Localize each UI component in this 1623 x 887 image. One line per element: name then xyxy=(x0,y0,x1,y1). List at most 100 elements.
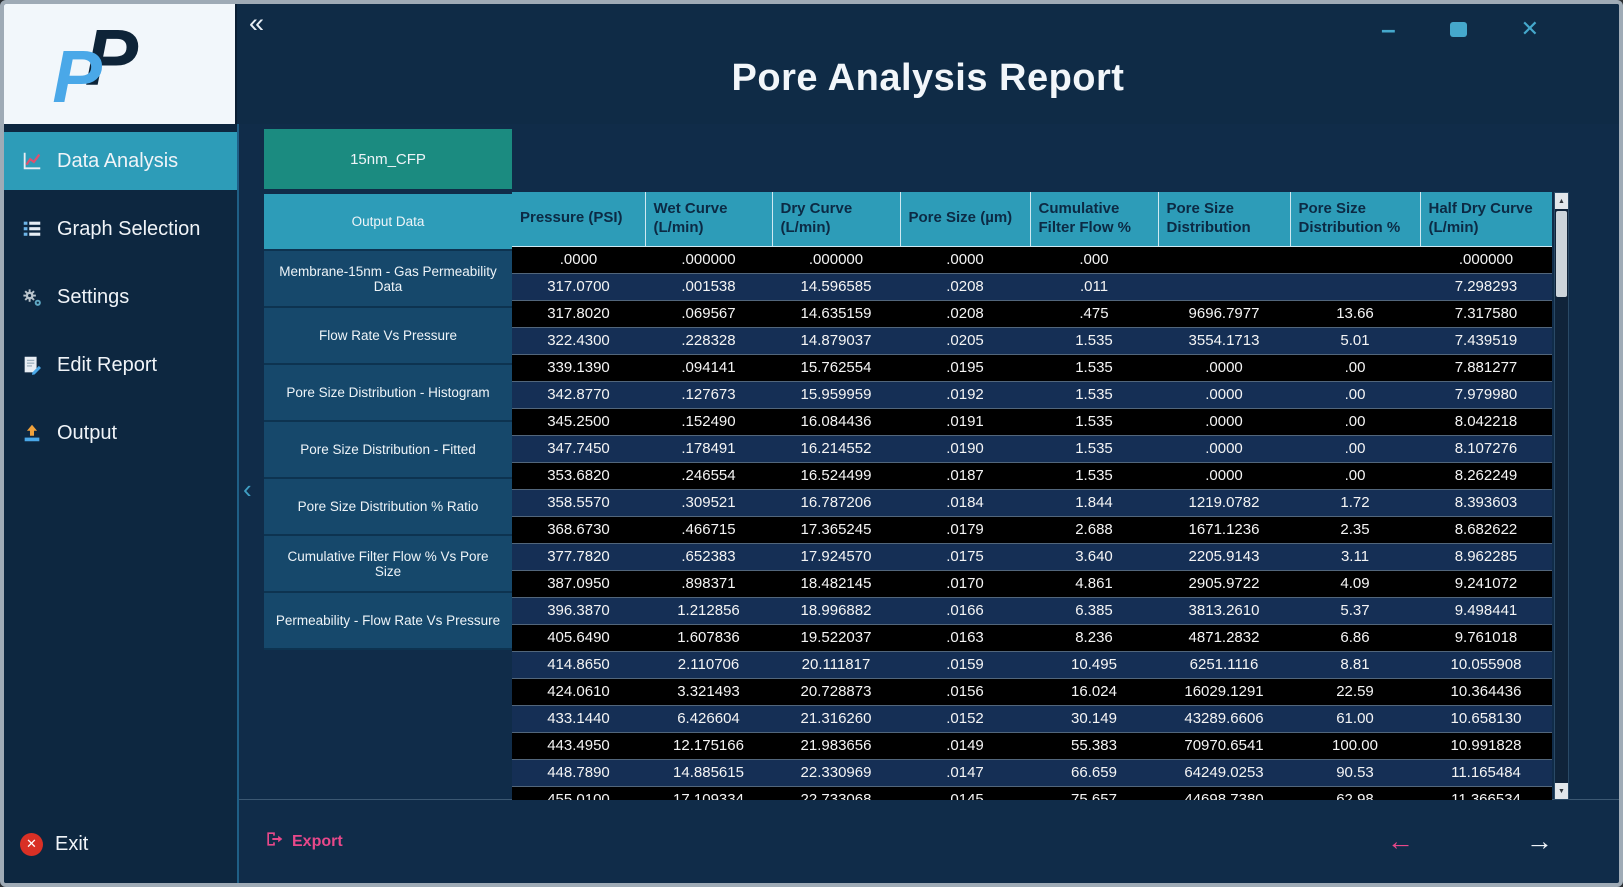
dataset-tab-15nm-cfp[interactable]: 15nm_CFP xyxy=(264,129,512,189)
table-row[interactable]: 433.14406.42660421.316260.015230.1494328… xyxy=(512,705,1552,732)
table-cell: 11.366534 xyxy=(1420,786,1552,800)
table-row[interactable]: 368.6730.46671517.365245.01792.6881671.1… xyxy=(512,516,1552,543)
table-area: Pressure (PSI)Wet Curve (L/min)Dry Curve… xyxy=(512,192,1573,799)
maximize-button[interactable] xyxy=(1450,22,1467,37)
export-button[interactable]: Export xyxy=(264,829,343,854)
table-row[interactable]: 405.64901.60783619.522037.01638.2364871.… xyxy=(512,624,1552,651)
table-row[interactable]: 342.8770.12767315.959959.01921.535.0000.… xyxy=(512,381,1552,408)
table-cell: 66.659 xyxy=(1030,759,1158,786)
column-header[interactable]: Pore Size (µm) xyxy=(900,192,1030,246)
table-cell: 4871.2832 xyxy=(1158,624,1290,651)
forward-arrow-button[interactable]: → xyxy=(1526,828,1553,855)
sidebar-item-graph-selection[interactable]: Graph Selection xyxy=(4,200,237,258)
sidebar-item-data-analysis[interactable]: Data Analysis xyxy=(4,132,237,190)
subpanel-item-membrane-15nm-gas-permeability-data[interactable]: Membrane-15nm - Gas Permeability Data xyxy=(264,251,512,308)
sidebar-item-settings[interactable]: Settings xyxy=(4,268,237,326)
table-row[interactable]: 387.0950.89837118.482145.01704.8612905.9… xyxy=(512,570,1552,597)
table-row[interactable]: 353.6820.24655416.524499.01871.535.0000.… xyxy=(512,462,1552,489)
table-cell: .00 xyxy=(1290,354,1420,381)
table-cell: 1.844 xyxy=(1030,489,1158,516)
table-row[interactable]: 414.86502.11070620.111817.015910.4956251… xyxy=(512,651,1552,678)
sidebar-item-edit-report[interactable]: Edit Report xyxy=(4,336,237,394)
collapse-sidebar-icon[interactable]: « xyxy=(249,10,264,37)
table-cell: .0163 xyxy=(900,624,1030,651)
column-header[interactable]: Cumulative Filter Flow % xyxy=(1030,192,1158,246)
sidebar-item-label: Graph Selection xyxy=(57,218,200,241)
footer: Export ← → xyxy=(239,799,1619,883)
table-cell: 8.262249 xyxy=(1420,462,1552,489)
table-row[interactable]: 455.010017.10933422.733068.014575.657446… xyxy=(512,786,1552,800)
table-row[interactable]: 347.7450.17849116.214552.01901.535.0000.… xyxy=(512,435,1552,462)
table-row[interactable]: .0000.000000.000000.0000.000.000000 xyxy=(512,246,1552,273)
table-cell: 1219.0782 xyxy=(1158,489,1290,516)
table-cell: .000 xyxy=(1030,246,1158,273)
sidebar-items: Data Analysis Graph Selection Settings Edit… xyxy=(4,132,237,472)
table-cell: 317.8020 xyxy=(512,300,645,327)
table-cell: 6251.1116 xyxy=(1158,651,1290,678)
table-cell: 10.364436 xyxy=(1420,678,1552,705)
table-cell: 1.535 xyxy=(1030,462,1158,489)
table-cell: 5.01 xyxy=(1290,327,1420,354)
table-row[interactable]: 377.7820.65238317.924570.01753.6402205.9… xyxy=(512,543,1552,570)
table-cell: 1.535 xyxy=(1030,381,1158,408)
table-cell: .309521 xyxy=(645,489,772,516)
table-cell: 43289.6606 xyxy=(1158,705,1290,732)
app-body: Data Analysis Graph Selection Settings Edit… xyxy=(4,124,1619,883)
vertical-scrollbar[interactable]: ▲ ▼ xyxy=(1554,192,1569,800)
logo-icon: P P xyxy=(20,16,220,112)
exit-button[interactable]: ✕ Exit xyxy=(4,819,237,869)
column-header[interactable]: Pressure (PSI) xyxy=(512,192,645,246)
titlebar-main: « Pore Analysis Report – ✕ xyxy=(237,4,1619,124)
column-header[interactable]: Dry Curve (L/min) xyxy=(772,192,900,246)
column-header[interactable]: Pore Size Distribution xyxy=(1158,192,1290,246)
gears-icon xyxy=(20,286,44,309)
subpanel-item-output-data[interactable]: Output Data xyxy=(264,194,512,251)
close-button[interactable]: ✕ xyxy=(1521,18,1539,40)
subpanel-item-cumulative-filter-flow-vs-pore-size[interactable]: Cumulative Filter Flow % Vs Pore Size xyxy=(264,536,512,593)
subpanel-item-pore-size-distribution-fitted[interactable]: Pore Size Distribution - Fitted xyxy=(264,422,512,479)
column-header[interactable]: Wet Curve (L/min) xyxy=(645,192,772,246)
table-row[interactable]: 396.38701.21285618.996882.01666.3853813.… xyxy=(512,597,1552,624)
subpanel-item-pore-size-distribution-histogram[interactable]: Pore Size Distribution - Histogram xyxy=(264,365,512,422)
subpanel-item-permeability-flow-rate-vs-pressure[interactable]: Permeability - Flow Rate Vs Pressure xyxy=(264,593,512,650)
table-cell: 7.439519 xyxy=(1420,327,1552,354)
subpanel-item-flow-rate-vs-pressure[interactable]: Flow Rate Vs Pressure xyxy=(264,308,512,365)
table-cell: .0152 xyxy=(900,705,1030,732)
table-row[interactable]: 317.0700.00153814.596585.0208.0117.29829… xyxy=(512,273,1552,300)
table-cell: 19.522037 xyxy=(772,624,900,651)
table-cell: .0208 xyxy=(900,300,1030,327)
table-cell: 387.0950 xyxy=(512,570,645,597)
table-cell: .0000 xyxy=(1158,408,1290,435)
table-row[interactable]: 448.789014.88561522.330969.014766.659642… xyxy=(512,759,1552,786)
table-row[interactable]: 317.8020.06956714.635159.0208.4759696.79… xyxy=(512,300,1552,327)
table-cell: .0145 xyxy=(900,786,1030,800)
table-cell: 6.385 xyxy=(1030,597,1158,624)
table-row[interactable]: 443.495012.17516621.983656.014955.383709… xyxy=(512,732,1552,759)
back-arrow-button[interactable]: ← xyxy=(1387,828,1414,855)
table-row[interactable]: 322.4300.22832814.879037.02051.5353554.1… xyxy=(512,327,1552,354)
table-cell: 20.111817 xyxy=(772,651,900,678)
export-icon xyxy=(264,829,284,854)
table-row[interactable]: 339.1390.09414115.762554.01951.535.0000.… xyxy=(512,354,1552,381)
table-cell: 8.042218 xyxy=(1420,408,1552,435)
scroll-down-button[interactable]: ▼ xyxy=(1555,783,1568,799)
scroll-up-button[interactable]: ▲ xyxy=(1555,193,1568,209)
table-row[interactable]: 424.06103.32149320.728873.015616.0241602… xyxy=(512,678,1552,705)
table-row[interactable]: 358.5570.30952116.787206.01841.8441219.0… xyxy=(512,489,1552,516)
table-cell: 1.607836 xyxy=(645,624,772,651)
subpanel-item-pore-size-distribution-ratio[interactable]: Pore Size Distribution % Ratio xyxy=(264,479,512,536)
collapse-subpanel-chevron-icon[interactable]: ‹ xyxy=(243,476,252,502)
table-cell: .152490 xyxy=(645,408,772,435)
table-cell: 90.53 xyxy=(1290,759,1420,786)
table-cell xyxy=(1158,273,1290,300)
column-header[interactable]: Half Dry Curve (L/min) xyxy=(1420,192,1552,246)
table-cell: .0175 xyxy=(900,543,1030,570)
table-cell: .246554 xyxy=(645,462,772,489)
column-header[interactable]: Pore Size Distribution % xyxy=(1290,192,1420,246)
table-cell: .00 xyxy=(1290,435,1420,462)
sidebar-item-output[interactable]: Output xyxy=(4,404,237,462)
table-cell: 8.81 xyxy=(1290,651,1420,678)
scrollbar-thumb[interactable] xyxy=(1556,211,1567,297)
table-row[interactable]: 345.2500.15249016.084436.01911.535.0000.… xyxy=(512,408,1552,435)
minimize-button[interactable]: – xyxy=(1381,16,1395,42)
